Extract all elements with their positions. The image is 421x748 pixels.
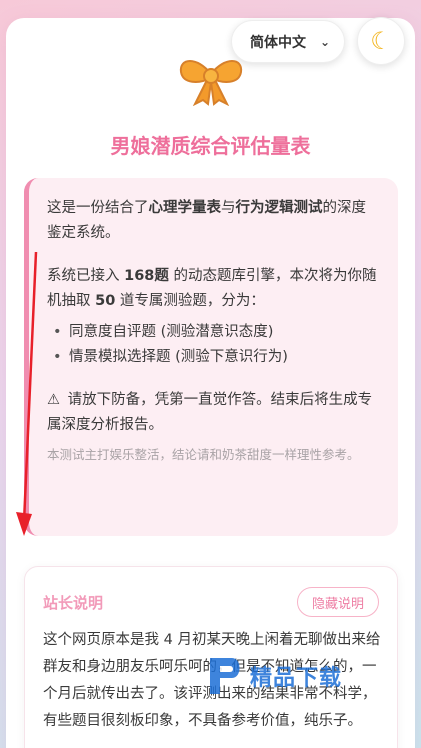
red-arrow-annotation xyxy=(16,251,38,536)
intro-text: 道专属测验题，分为： xyxy=(115,293,265,309)
language-select[interactable]: 简体中文 ⌄ xyxy=(231,20,345,63)
intro-panel: 这是一份结合了心理学量表与行为逻辑测试的深度鉴定系统。 系统已接入 168题 的… xyxy=(24,178,398,536)
intro-paragraph-1: 这是一份结合了心理学量表与行为逻辑测试的深度鉴定系统。 xyxy=(47,196,380,246)
intro-bold-text: 50 xyxy=(95,293,116,309)
language-select-value: 简体中文 xyxy=(250,34,306,51)
warning-icon: ⚠ xyxy=(47,392,60,408)
watermark-logo-icon xyxy=(210,658,240,694)
intro-text: 与 xyxy=(221,200,236,216)
intro-text: 系统已接入 xyxy=(47,268,125,284)
watermark-text: 精品下载 xyxy=(250,666,343,691)
hide-notes-button[interactable]: 隐藏说明 xyxy=(297,587,379,617)
intro-bold-text: 心理学量表 xyxy=(148,200,222,216)
theme-toggle-button[interactable]: ☾ xyxy=(357,17,405,65)
intro-note: 本测试主打娱乐整活，结论请和奶茶甜度一样理性参考。 xyxy=(47,447,360,462)
intro-warning: ⚠ 请放下防备，凭第一直觉作答。结束后将生成专属深度分析报告。 xyxy=(47,388,380,438)
moon-icon: ☾ xyxy=(370,27,392,55)
intro-text: 这是一份结合了 xyxy=(47,200,149,216)
intro-bold-text: 行为逻辑测试 xyxy=(235,200,323,216)
intro-bold-text: 168题 xyxy=(124,268,169,284)
watermark: 精品下载 xyxy=(202,648,412,704)
bow-icon xyxy=(179,60,243,106)
list-item: 情景模拟选择题 (测验下意识行为) xyxy=(51,345,380,370)
page-title: 男娘潜质综合评估量表 xyxy=(110,134,311,158)
warning-text: 请放下防备，凭第一直觉作答。结束后将生成专属深度分析报告。 xyxy=(47,392,373,433)
list-item: 同意度自评题 (测验潜意识态度) xyxy=(51,320,380,345)
intro-paragraph-2: 系统已接入 168题 的动态题库引擎，本次将为你随机抽取 50 道专属测验题，分… xyxy=(47,264,380,314)
chevron-down-icon: ⌄ xyxy=(319,35,330,49)
intro-list: 同意度自评题 (测验潜意识态度) 情景模拟选择题 (测验下意识行为) xyxy=(51,320,380,370)
owner-notes-title: 站长说明 xyxy=(43,594,104,612)
